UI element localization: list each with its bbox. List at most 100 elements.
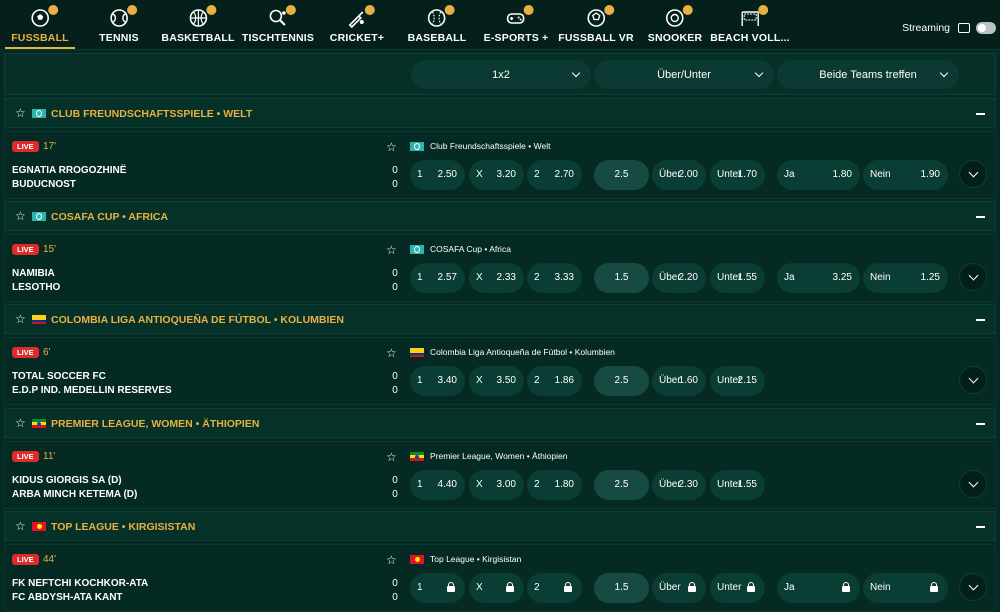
league-header[interactable]: ☆ TOP LEAGUE • KIRGISISTAN	[4, 511, 996, 541]
odds-draw[interactable]: X 3.20	[469, 160, 524, 190]
odds-btts-no[interactable]: Nein 1.25	[863, 263, 948, 293]
odds-key: 1	[417, 375, 423, 386]
collapse-icon[interactable]	[976, 526, 985, 528]
favorite-star-icon[interactable]: ☆	[386, 553, 397, 567]
odds-key: X	[476, 375, 483, 386]
beach-volleyball-icon	[740, 5, 768, 28]
overunder-dropdown[interactable]: Über/Unter	[594, 60, 774, 89]
flag-colombia-icon	[32, 315, 46, 324]
collapse-icon[interactable]	[976, 423, 985, 425]
expand-markets-button[interactable]	[959, 366, 987, 394]
odds-draw[interactable]: X 3.00	[469, 470, 524, 500]
odds-key: 2	[534, 272, 540, 283]
favorite-star-icon[interactable]: ☆	[15, 106, 26, 120]
tab-fussball-vr[interactable]: FUSSBALL VR	[558, 5, 634, 48]
odds-home[interactable]: 1 2.50	[410, 160, 465, 190]
away-score: 0	[392, 489, 398, 500]
market-dropdown[interactable]: 1x2	[411, 60, 591, 89]
odds-away[interactable]: 2 1.86	[527, 366, 582, 396]
odds-over[interactable]: Über 2.20	[652, 263, 706, 293]
away-team: LESOTHO	[12, 282, 61, 293]
favorite-star-icon[interactable]: ☆	[15, 416, 26, 430]
tennis-ball-icon	[109, 5, 137, 28]
tab-fussball[interactable]: FUSSBALL	[11, 5, 69, 48]
odds-btts-yes[interactable]: Ja 3.25	[777, 263, 860, 293]
btts-dropdown[interactable]: Beide Teams treffen	[777, 60, 959, 89]
match-row[interactable]: LIVE 17' EGNATIA RROGOZHINË BUDUCNOST 0 0 ☆ Clu…	[4, 131, 996, 199]
home-team: NAMIBIA	[12, 268, 55, 279]
odds-under[interactable]: Unter 1.70	[710, 160, 765, 190]
odds-under[interactable]: Unter 1.55	[710, 263, 765, 293]
expand-markets-button[interactable]	[959, 470, 987, 498]
odds-away[interactable]: 2 1.80	[527, 470, 582, 500]
tab-snooker[interactable]: SNOOKER	[647, 5, 703, 48]
tab-label: BASKETBALL	[161, 32, 235, 44]
collapse-icon[interactable]	[976, 113, 985, 115]
odds-value: 1.70	[737, 169, 757, 180]
favorite-star-icon[interactable]: ☆	[15, 312, 26, 326]
streaming-toggle[interactable]	[976, 22, 996, 34]
flag-ethiopia-icon	[410, 452, 424, 461]
odds-btts-yes[interactable]: Ja 1.80	[777, 160, 860, 190]
favorite-star-icon[interactable]: ☆	[386, 243, 397, 257]
home-score: 0	[392, 578, 398, 589]
collapse-icon[interactable]	[976, 216, 985, 218]
tab-tennis[interactable]: TENNIS	[99, 5, 139, 48]
tab-label: E-SPORTS +	[483, 32, 549, 44]
expand-markets-button[interactable]	[959, 263, 987, 291]
odds-home[interactable]: 1 3.40	[410, 366, 465, 396]
odds-key: Über	[659, 479, 681, 490]
chevron-down-icon	[754, 68, 764, 78]
expand-markets-button[interactable]	[959, 160, 987, 188]
league-header[interactable]: ☆ COSAFA CUP • AFRICA	[4, 201, 996, 231]
league-header[interactable]: ☆ COLOMBIA LIGA ANTIOQUEÑA DE FÚTBOL • KO…	[4, 304, 996, 334]
match-row[interactable]: LIVE 6' TOTAL SOCCER FC E.D.P IND. MEDELLIN…	[4, 337, 996, 405]
home-team: FK NEFTCHI KOCHKOR-ATA	[12, 578, 149, 589]
odds-key: X	[476, 479, 483, 490]
odds-under[interactable]: Unter 2.15	[710, 366, 765, 396]
odds-home[interactable]: 1 2.57	[410, 263, 465, 293]
tab-cricket[interactable]: CRICKET+	[330, 5, 384, 48]
tab-tischtennis[interactable]: TISCHTENNIS	[242, 5, 314, 48]
league-header[interactable]: ☆ PREMIER LEAGUE, WOMEN • ÄTHIOPIEN	[4, 408, 996, 438]
favorite-star-icon[interactable]: ☆	[15, 519, 26, 533]
favorite-star-icon[interactable]: ☆	[386, 346, 397, 360]
match-row[interactable]: LIVE 15' NAMIBIA LESOTHO 0 0 ☆ COSAFA Cup • Afr…	[4, 234, 996, 302]
match-row[interactable]: LIVE 11' KIDUS GIORGIS SA (D) ARBA MINCH KE…	[4, 441, 996, 509]
flag-ethiopia-icon	[32, 419, 46, 428]
tab-beach-voll[interactable]: BEACH VOLL...	[710, 5, 790, 48]
away-score: 0	[392, 385, 398, 396]
favorite-star-icon[interactable]: ☆	[386, 140, 397, 154]
badge-dot	[683, 5, 693, 15]
odds-away[interactable]: 2 3.33	[527, 263, 582, 293]
lock-icon	[930, 582, 938, 592]
market-dropdown-value: 1x2	[492, 68, 510, 81]
favorite-star-icon[interactable]: ☆	[386, 450, 397, 464]
tab-baseball[interactable]: BASEBALL	[408, 5, 467, 48]
odds-draw[interactable]: X 2.33	[469, 263, 524, 293]
match-row[interactable]: LIVE 44' FK NEFTCHI KOCHKOR-ATA FC ABDYSH-A…	[4, 544, 996, 612]
odds-over[interactable]: Über 2.00	[652, 160, 706, 190]
odds-over[interactable]: Über 1.60	[652, 366, 706, 396]
odds-away[interactable]: 2 2.70	[527, 160, 582, 190]
odds-home[interactable]: 1 4.40	[410, 470, 465, 500]
odds-under[interactable]: Unter 1.55	[710, 470, 765, 500]
collapse-icon[interactable]	[976, 319, 985, 321]
tv-icon	[958, 23, 970, 33]
odds-over[interactable]: Über 2.30	[652, 470, 706, 500]
league-header[interactable]: ☆ CLUB FREUNDSCHAFTSSPIELE • WELT	[4, 98, 996, 128]
tab-label: SNOOKER	[647, 32, 703, 44]
tab-basketball[interactable]: BASKETBALL	[161, 5, 235, 48]
total-line: 2.5	[594, 470, 649, 500]
odds-value: 3.40	[437, 375, 457, 386]
streaming-control[interactable]: Streaming	[902, 22, 996, 34]
odds-btts-no[interactable]: Nein 1.90	[863, 160, 948, 190]
tab-e-sports[interactable]: E-SPORTS +	[483, 5, 549, 48]
odds-value: 3.25	[832, 272, 852, 283]
favorite-star-icon[interactable]: ☆	[15, 209, 26, 223]
league-title: COSAFA CUP • AFRICA	[51, 211, 169, 223]
odds-draw[interactable]: X 3.50	[469, 366, 524, 396]
expand-markets-button[interactable]	[959, 573, 987, 601]
soccer-ball-icon	[30, 5, 58, 28]
home-team: KIDUS GIORGIS SA (D)	[12, 475, 122, 486]
